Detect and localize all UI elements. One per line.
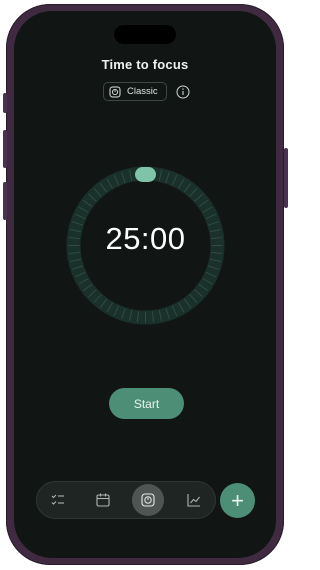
timer-square-icon	[141, 493, 155, 507]
nav-tasks[interactable]	[49, 491, 67, 509]
timer-square-icon	[109, 86, 121, 97]
plus-icon: +	[231, 487, 244, 513]
dynamic-island	[114, 25, 176, 44]
app-screen: Time to focus Classic 25:00 Start +	[14, 11, 276, 558]
timer-mode-label: Classic	[127, 86, 158, 97]
info-circle-icon[interactable]	[176, 85, 190, 99]
checklist-icon	[51, 494, 64, 505]
phone-power-button	[284, 148, 288, 208]
bottom-nav	[36, 481, 216, 519]
timer-mode-selector[interactable]: Classic	[103, 82, 167, 101]
start-button[interactable]: Start	[109, 388, 184, 419]
phone-side-button	[3, 93, 7, 113]
nav-focus[interactable]	[132, 484, 164, 516]
page-title: Time to focus	[101, 57, 189, 72]
add-button[interactable]: +	[220, 483, 255, 518]
phone-volume-up-button	[3, 130, 7, 168]
calendar-icon	[96, 493, 110, 507]
chart-line-icon	[187, 494, 200, 507]
nav-calendar[interactable]	[94, 491, 112, 509]
phone-volume-down-button	[3, 182, 7, 220]
nav-stats[interactable]	[185, 491, 203, 509]
timer-display: 25:00	[105, 221, 186, 256]
timer-handle[interactable]	[135, 167, 156, 182]
